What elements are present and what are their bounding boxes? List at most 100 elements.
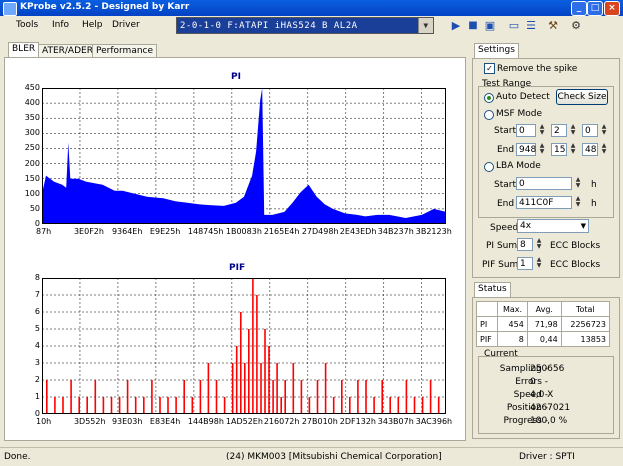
stop-icon[interactable]: ■ [466, 19, 480, 33]
msf-end-min[interactable]: 948 [516, 143, 536, 156]
pif-bar [300, 380, 303, 414]
spinner-icon[interactable]: ▲ ▼ [535, 257, 543, 270]
pif-bar [280, 397, 282, 414]
y-tick-label: 450 [24, 83, 40, 92]
msf-mode-radio[interactable] [484, 110, 494, 120]
pif-bar [244, 363, 246, 414]
spinner-icon[interactable]: ▲ ▼ [574, 196, 582, 209]
pi-sum-input[interactable]: 8 [517, 238, 533, 251]
pif-bar [397, 397, 400, 414]
spinner-icon[interactable]: ▲ ▼ [569, 124, 577, 137]
status-header-cell: Max. [497, 301, 528, 317]
pif-bar [167, 397, 169, 414]
y-tick-label: 200 [24, 158, 40, 168]
pif-bar [78, 397, 80, 414]
pif-bar [268, 346, 270, 414]
y-tick-label: 5 [34, 324, 40, 333]
row-avg: 0,44 [526, 331, 562, 347]
spinner-icon[interactable]: ▲ ▼ [538, 143, 546, 156]
spinner-icon[interactable]: ▲ ▼ [600, 143, 608, 156]
progress-value: 100,0 % [530, 416, 568, 426]
speed-status-value: 4,0 X [530, 390, 554, 400]
pif-bar [126, 380, 129, 414]
x-tick-label: 2DF132h [339, 417, 376, 426]
y-tick-label: 100 [24, 188, 40, 198]
close-button[interactable]: × [604, 1, 620, 16]
msf-end-label: End [497, 145, 515, 155]
msf-end-sec[interactable]: 15 [551, 143, 567, 156]
pif-bar [70, 380, 72, 414]
y-tick-label: 6 [34, 307, 40, 316]
start-icon[interactable]: ▶ [449, 19, 463, 33]
y-tick-label: 150 [24, 173, 40, 183]
status-table: Max. Avg. Total PI 454 71,98 2256723 PIF… [475, 301, 611, 347]
y-tick-label: 3 [34, 358, 40, 367]
maximize-button[interactable]: □ [587, 1, 603, 16]
errors-label: Errors - [515, 377, 548, 387]
msf-end-frame[interactable]: 48 [582, 143, 598, 156]
pif-bar [316, 380, 319, 414]
pif-bar [248, 329, 250, 414]
layout-icon[interactable]: ☰ [524, 19, 538, 33]
lba-end-unit: h [591, 199, 597, 209]
window-icon[interactable]: ▭ [507, 19, 521, 33]
tab-ater-ader[interactable]: ATER/ADER [38, 44, 97, 58]
y-tick-label: 4 [34, 341, 40, 350]
y-tick-label: 50 [29, 203, 40, 213]
pif-bar [199, 380, 202, 414]
spinner-icon[interactable]: ▲ ▼ [574, 177, 582, 190]
y-tick-label: 1 [34, 392, 40, 401]
y-tick-label: 300 [24, 128, 40, 138]
pi-chart-title: PI [231, 72, 241, 82]
chevron-down-icon[interactable]: ▼ [581, 220, 586, 233]
lba-mode-label: LBA Mode [496, 161, 541, 171]
title-bar: KProbe v2.5.2 - Designed by Karr _ □ × [0, 0, 623, 16]
tab-performance[interactable]: Performance [92, 44, 158, 58]
pif-bar [284, 380, 286, 414]
menu-driver[interactable]: Driver [112, 20, 140, 30]
speed-value: 4x [520, 221, 532, 231]
spinner-icon[interactable]: ▲ ▼ [569, 143, 577, 156]
spinner-icon[interactable]: ▲ ▼ [535, 238, 543, 251]
speed-select[interactable]: 4x ▼ [517, 219, 589, 233]
pif-bar [272, 380, 274, 414]
menu-info[interactable]: Info [52, 20, 69, 30]
lba-start-input[interactable]: 0 [516, 177, 572, 190]
auto-detect-radio[interactable] [484, 93, 494, 103]
chevron-down-icon[interactable]: ▼ [418, 18, 433, 33]
msf-start-min[interactable]: 0 [516, 124, 536, 137]
pif-bar [143, 397, 145, 414]
pif-bar [437, 397, 440, 414]
x-tick-label: 148745h [187, 227, 224, 236]
minimize-button[interactable]: _ [571, 1, 587, 16]
pi-ecc-blocks-label: ECC Blocks [550, 241, 601, 251]
save-icon[interactable]: ▣ [483, 19, 497, 33]
status-header-cell [475, 301, 499, 317]
msf-start-sec[interactable]: 2 [551, 124, 567, 137]
spinner-icon[interactable]: ▲ ▼ [600, 124, 608, 137]
device-select[interactable]: 2-0-1-0 F:ATAPI iHAS524 B AL2A ▼ [176, 17, 434, 34]
pif-bar [413, 397, 416, 414]
lba-end-input[interactable]: 411C0F [516, 196, 572, 209]
pif-sum-input[interactable]: 1 [517, 257, 533, 270]
remove-spike-checkbox[interactable]: ✓ [484, 63, 495, 74]
pif-bar [405, 380, 408, 414]
pif-bar [231, 363, 234, 414]
pif-ecc-blocks-label: ECC Blocks [550, 260, 601, 270]
lba-mode-radio[interactable] [484, 162, 494, 172]
y-tick-label: 250 [24, 143, 40, 153]
msf-start-frame[interactable]: 0 [582, 124, 598, 137]
spinner-icon[interactable]: ▲ ▼ [538, 124, 546, 137]
table-row: PIF 8 0,44 13853 [475, 331, 611, 347]
check-size-button[interactable]: Check Size [556, 89, 608, 105]
tool-icon[interactable]: ⚒ [546, 19, 560, 33]
position-value: 4267021 [530, 403, 571, 413]
x-tick-label: 1B0083h [225, 227, 262, 236]
status-text: Done. [4, 452, 31, 462]
x-tick-label: 2165E4h [263, 227, 300, 236]
pif-chart-svg [41, 277, 446, 415]
driver-info: Driver : SPTI [519, 452, 575, 462]
menu-help[interactable]: Help [82, 20, 103, 30]
menu-tools[interactable]: Tools [16, 20, 38, 30]
settings-icon[interactable]: ⚙ [569, 19, 583, 33]
